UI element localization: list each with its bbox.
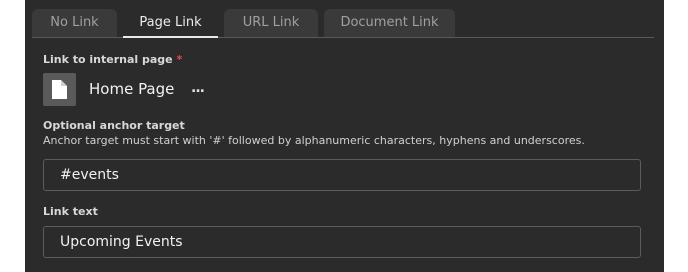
tab-document-link[interactable]: Document Link xyxy=(324,9,455,37)
document-icon xyxy=(52,80,67,99)
internal-page-label: Link to internal page * xyxy=(43,53,182,66)
anchor-label: Optional anchor target xyxy=(43,119,185,132)
link-text-input[interactable] xyxy=(44,227,640,257)
selected-page-name: Home Page xyxy=(89,80,175,98)
anchor-field xyxy=(43,159,641,191)
link-settings-panel: No Link Page Link URL Link Document Link… xyxy=(25,0,664,272)
anchor-help-text: Anchor target must start with '#' follow… xyxy=(43,134,585,147)
link-text-field xyxy=(43,226,641,258)
tab-no-link[interactable]: No Link xyxy=(32,9,117,37)
link-type-tabs: No Link Page Link URL Link Document Link xyxy=(32,9,654,38)
tab-url-link[interactable]: URL Link xyxy=(224,9,318,37)
anchor-input[interactable] xyxy=(44,160,640,190)
required-mark: * xyxy=(176,53,183,66)
more-options-button[interactable]: ... xyxy=(191,80,205,96)
tab-page-link[interactable]: Page Link xyxy=(123,9,218,38)
link-text-label: Link text xyxy=(43,205,98,218)
internal-page-label-text: Link to internal page xyxy=(43,53,173,66)
page-picker-button[interactable] xyxy=(43,73,76,106)
